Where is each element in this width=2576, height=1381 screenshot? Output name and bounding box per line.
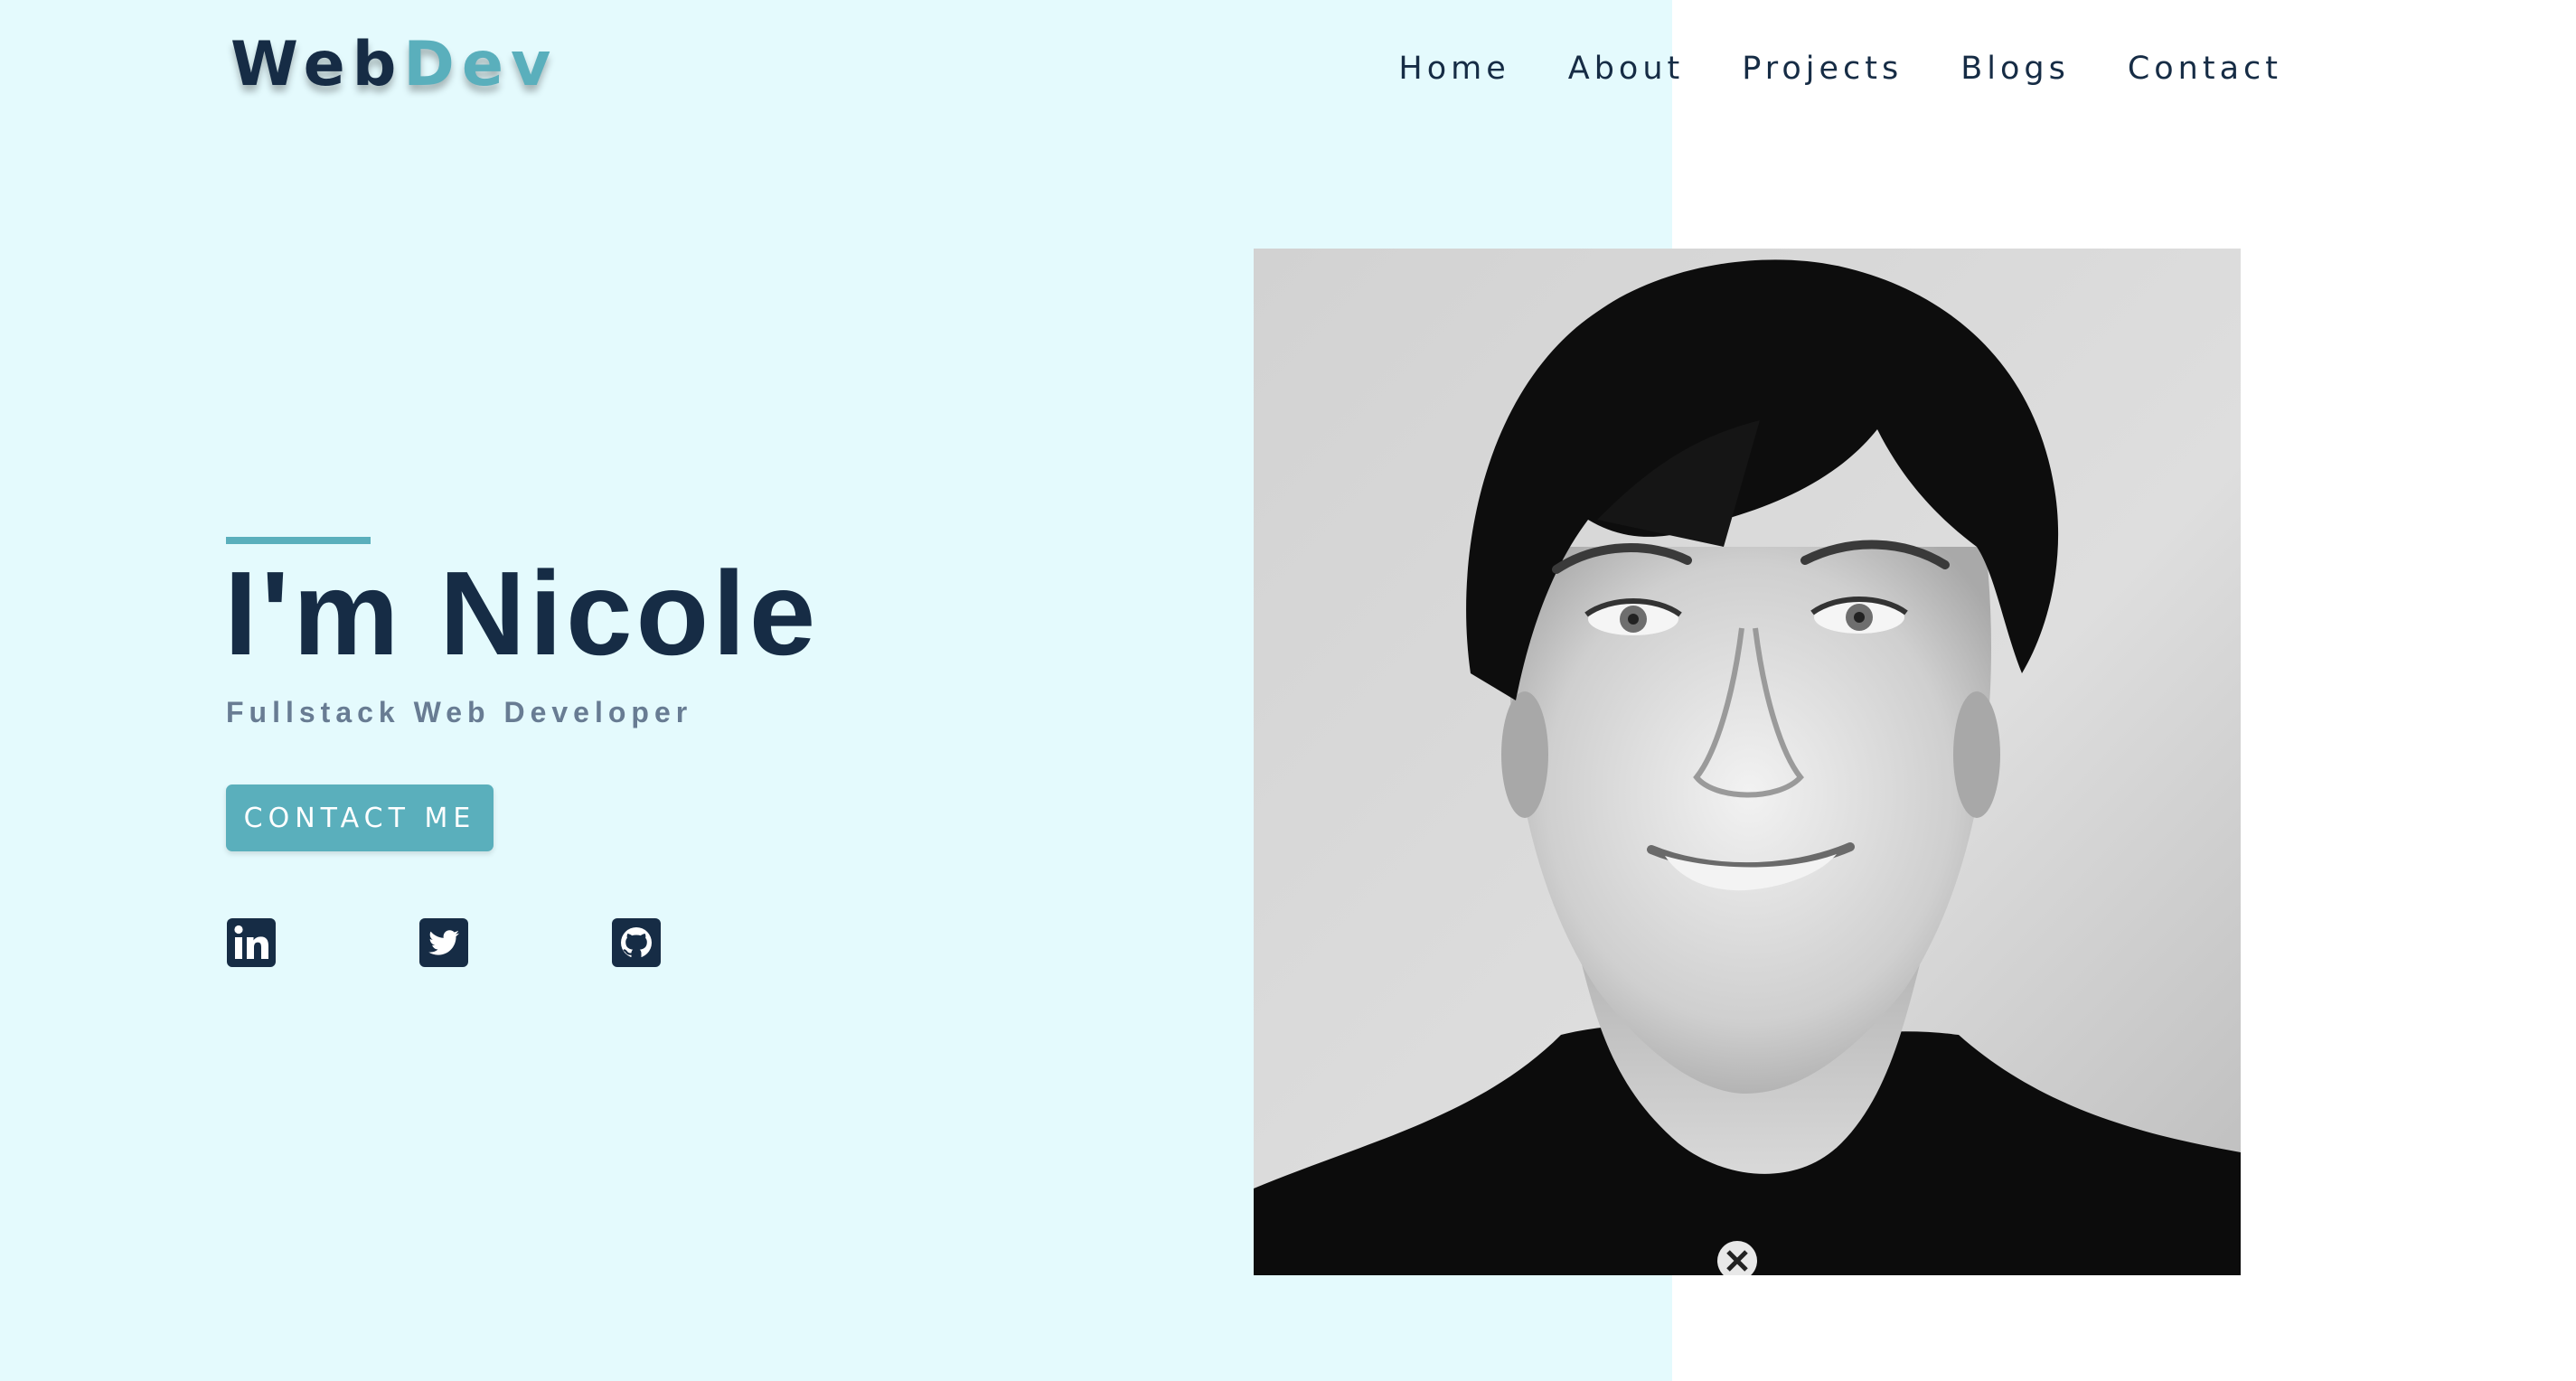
nav-contact[interactable]: Contact xyxy=(2128,43,2282,94)
logo[interactable]: WebDev xyxy=(230,23,558,107)
linkedin-icon xyxy=(227,918,276,967)
nav-home[interactable]: Home xyxy=(1398,43,1509,94)
profile-photo xyxy=(1254,249,2241,1275)
nav-about[interactable]: About xyxy=(1568,43,1684,94)
linkedin-link[interactable] xyxy=(227,918,276,967)
nav-projects[interactable]: Projects xyxy=(1742,43,1903,94)
nav-blogs[interactable]: Blogs xyxy=(1960,43,2070,94)
github-link[interactable] xyxy=(612,918,661,967)
github-icon xyxy=(612,918,661,967)
page: WebDev Home About Projects Blogs Contact… xyxy=(0,0,2576,1381)
hero-subtitle: Fullstack Web Developer xyxy=(226,696,693,728)
title-accent-bar xyxy=(226,537,371,544)
logo-web: Web xyxy=(230,29,404,100)
twitter-icon xyxy=(419,918,468,967)
contact-me-button[interactable]: CONTACT ME xyxy=(226,784,494,851)
hero-title: I'm Nicole xyxy=(224,547,820,680)
logo-dev: Dev xyxy=(403,29,559,100)
main-nav: Home About Projects Blogs Contact xyxy=(1398,43,2282,94)
twitter-link[interactable] xyxy=(419,918,468,967)
